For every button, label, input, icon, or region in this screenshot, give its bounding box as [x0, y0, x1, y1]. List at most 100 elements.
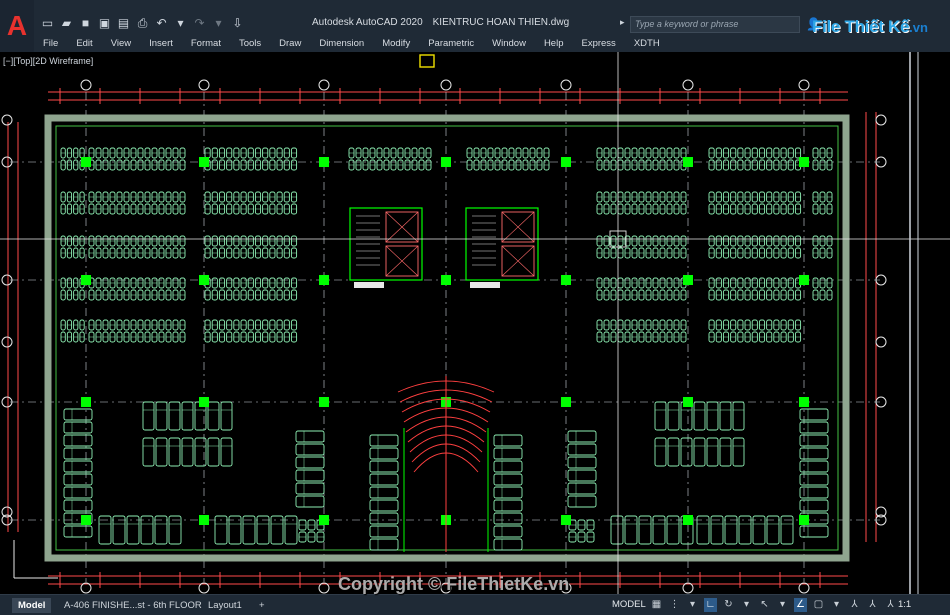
parking-car [295, 430, 325, 443]
menu-file[interactable]: File [34, 38, 67, 49]
undo-icon[interactable]: ↶ [154, 16, 169, 31]
quick-access-toolbar: ▭ ▰ ■ ▣ ▤ ⎙ ↶ ▾ ↷ ▾ ⇩ [40, 14, 245, 32]
annotation-visibility-icon[interactable]: ⅄ [848, 598, 861, 612]
parking-car [63, 525, 93, 538]
parking-car [142, 401, 155, 431]
structural-column [319, 157, 329, 167]
parking-car [567, 495, 597, 508]
parking-car [155, 401, 168, 431]
parking-car [680, 437, 693, 467]
print-icon[interactable]: ⎙ [135, 16, 150, 31]
open-folder-icon[interactable]: ▰ [59, 16, 74, 31]
window-title: Autodesk AutoCAD 2020 KIENTRUC HOAN THIEN… [312, 17, 579, 28]
new-file-icon[interactable]: ▭ [40, 16, 55, 31]
parking-car [654, 401, 667, 431]
menu-express[interactable]: Express [572, 38, 624, 49]
menu-parametric[interactable]: Parametric [419, 38, 483, 49]
parking-row [88, 191, 186, 215]
menu-insert[interactable]: Insert [140, 38, 182, 49]
parking-car [493, 473, 523, 486]
structural-column [81, 275, 91, 285]
parking-car [369, 434, 399, 447]
parking-row [596, 147, 687, 171]
parking-car [369, 460, 399, 473]
save-as-icon[interactable]: ▣ [97, 16, 112, 31]
object-snap-icon[interactable]: ▢ [812, 598, 825, 612]
redo-dropdown-icon[interactable]: ▾ [211, 16, 226, 31]
menu-view[interactable]: View [102, 38, 140, 49]
save-icon[interactable]: ■ [78, 16, 93, 31]
add-layout-button[interactable]: + [253, 598, 271, 613]
parking-car [493, 447, 523, 460]
snap-dropdown-icon[interactable]: ▾ [686, 598, 699, 612]
parking-car [369, 486, 399, 499]
parking-car [369, 473, 399, 486]
auto-scale-icon[interactable]: ⅄ [866, 598, 879, 612]
structural-column [319, 397, 329, 407]
structural-column [561, 275, 571, 285]
parking-row [812, 147, 833, 171]
model-space-toggle[interactable]: MODEL [612, 599, 646, 610]
menu-tools[interactable]: Tools [230, 38, 270, 49]
search-input[interactable]: Type a keyword or phrase [630, 16, 800, 33]
redo-icon[interactable]: ↷ [192, 16, 207, 31]
undo-dropdown-icon[interactable]: ▾ [173, 16, 188, 31]
grid-bubble [198, 79, 210, 91]
grid-icon[interactable]: ▦ [650, 598, 663, 612]
brand-suffix: .vn [909, 19, 928, 35]
parking-row [348, 147, 432, 171]
tab-model[interactable]: Model [12, 598, 52, 613]
structural-column [199, 397, 209, 407]
viewport-controls[interactable]: [−][Top][2D Wireframe] [3, 56, 93, 66]
parking-car [220, 401, 233, 431]
core [349, 207, 423, 288]
structural-column [81, 515, 91, 525]
annotation-scale-icon[interactable]: ⅄ [884, 598, 897, 612]
object-snap-dropdown-icon[interactable]: ▾ [830, 598, 843, 612]
application-menu-button[interactable]: A [0, 0, 34, 52]
ramp-structure [397, 376, 495, 552]
menu-edit[interactable]: Edit [67, 38, 101, 49]
parking-row-vertical [142, 437, 233, 467]
isodraft-icon[interactable]: ↖ [758, 598, 771, 612]
polar-icon[interactable]: ↻ [722, 598, 735, 612]
menu-xdth[interactable]: XDTH [625, 38, 669, 49]
parking-car [181, 401, 194, 431]
polar-dropdown-icon[interactable]: ▾ [740, 598, 753, 612]
snap-icon[interactable]: ⋮ [668, 598, 681, 612]
parking-car [693, 401, 706, 431]
parking-car [63, 434, 93, 447]
parking-car [369, 538, 399, 551]
parking-row [708, 147, 802, 171]
copyright-watermark: Copyright © FileThietKe.vn [338, 574, 570, 594]
annotation-scale-value[interactable]: 1:1 [898, 599, 911, 610]
parking-car [493, 434, 523, 447]
object-snap-tracking-icon[interactable]: ∠ [794, 598, 807, 612]
menu-draw[interactable]: Draw [270, 38, 310, 49]
menu-help[interactable]: Help [535, 38, 573, 49]
parking-car [63, 486, 93, 499]
menu-window[interactable]: Window [483, 38, 535, 49]
parking-car [567, 443, 597, 456]
menu-modify[interactable]: Modify [373, 38, 419, 49]
open-web-icon[interactable]: ▤ [116, 16, 131, 31]
structural-column [683, 397, 693, 407]
structural-column [199, 157, 209, 167]
parking-car [719, 437, 732, 467]
parking-car [369, 512, 399, 525]
ramp [397, 376, 495, 552]
customize-toolbar-icon[interactable]: ⇩ [230, 16, 245, 31]
tab-layout-a406[interactable]: A-406 FINISHE...st - 6th FLOOR [58, 598, 208, 613]
isodraft-dropdown-icon[interactable]: ▾ [776, 598, 789, 612]
drawing-viewport[interactable]: [−][Top][2D Wireframe] [0, 52, 950, 594]
menu-format[interactable]: Format [182, 38, 230, 49]
menu-dimension[interactable]: Dimension [310, 38, 373, 49]
autocad-logo-icon: A [6, 10, 28, 41]
structural-column [199, 515, 209, 525]
tab-layout1[interactable]: Layout1 [202, 598, 248, 613]
grid-bubble [80, 79, 92, 91]
ortho-icon[interactable]: ∟ [704, 598, 717, 612]
grid-bubble [440, 79, 452, 91]
floor-plan-drawing[interactable] [0, 52, 950, 594]
search-expand-icon[interactable]: ▸ [620, 17, 625, 28]
